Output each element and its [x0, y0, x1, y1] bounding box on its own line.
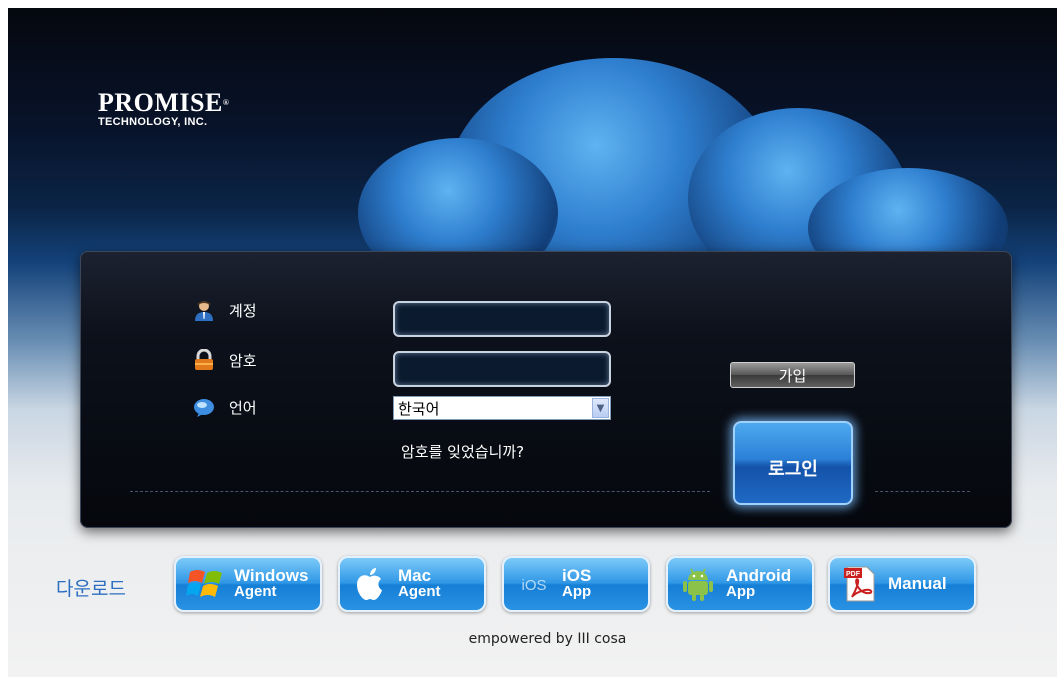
android-icon	[683, 568, 713, 601]
user-icon	[195, 301, 213, 321]
language-label: 언어	[229, 398, 257, 417]
lock-icon	[195, 349, 213, 370]
login-panel: 계정 암호 언어 한국어 ▼ 암호를 잊었습니까? 가입 로그인	[80, 251, 1012, 528]
chevron-down-icon[interactable]: ▼	[592, 398, 609, 418]
apple-icon	[357, 568, 382, 600]
ios-icon-text: iOS	[521, 577, 546, 594]
language-select[interactable]: 한국어 ▼	[393, 396, 611, 420]
downloads-label: 다운로드	[56, 578, 126, 600]
account-field-frame	[393, 301, 611, 337]
download-ios-app-button[interactable]: iOS iOS App	[502, 556, 650, 612]
cloud-graphic	[358, 48, 1057, 308]
download-windows-line1: Windows	[234, 566, 309, 585]
download-manual-line1: Manual	[888, 574, 947, 593]
login-button[interactable]: 로그인	[733, 421, 853, 505]
download-mac-line1: Mac	[398, 566, 432, 585]
language-label-row: 언어	[193, 396, 257, 418]
forgot-password-link[interactable]: 암호를 잊었습니까?	[401, 441, 524, 462]
logo-registered: ®	[222, 98, 230, 107]
account-label: 계정	[229, 301, 257, 320]
download-android-line2: App	[726, 583, 756, 600]
account-input[interactable]	[395, 303, 609, 335]
password-label: 암호	[229, 351, 257, 370]
ios-icon: iOS	[521, 577, 546, 594]
divider-right	[875, 491, 970, 492]
download-mac-agent-button[interactable]: Mac Agent	[338, 556, 486, 612]
company-logo: PROMISE® TECHNOLOGY, INC.	[98, 88, 230, 129]
password-field-frame	[393, 351, 611, 387]
download-windows-line2: Agent	[234, 583, 277, 600]
download-ios-line1: iOS	[562, 566, 592, 585]
download-mac-line2: Agent	[398, 583, 441, 600]
download-windows-agent-button[interactable]: Windows Agent	[174, 556, 322, 612]
downloads-bar: 다운로드 WindowsAgent MacAgent iOS iOSApp	[8, 556, 1057, 614]
download-android-app-button[interactable]: Android App	[666, 556, 814, 612]
password-label-row: 암호	[193, 349, 257, 371]
download-ios-line2: App	[562, 583, 592, 600]
join-button[interactable]: 가입	[730, 362, 855, 388]
account-label-row: 계정	[193, 299, 257, 321]
windows-icon	[186, 570, 222, 597]
globe-chat-icon	[194, 399, 214, 417]
footer-credit: empowered by III cosa	[468, 631, 627, 647]
download-android-line1: Android	[726, 566, 792, 585]
logo-subtitle: TECHNOLOGY, INC.	[98, 116, 208, 128]
pdf-icon-text: PDF	[846, 571, 861, 578]
divider-left	[130, 491, 710, 492]
language-selected-value: 한국어	[398, 399, 440, 418]
pdf-icon: PDF	[844, 566, 875, 602]
download-manual-button[interactable]: PDF Manual	[828, 556, 976, 612]
password-input[interactable]	[395, 353, 609, 385]
logo-name: PROMISE	[98, 88, 223, 117]
login-page: PROMISE® TECHNOLOGY, INC. 계정 암호 언어 한국어 ▼…	[8, 8, 1057, 677]
